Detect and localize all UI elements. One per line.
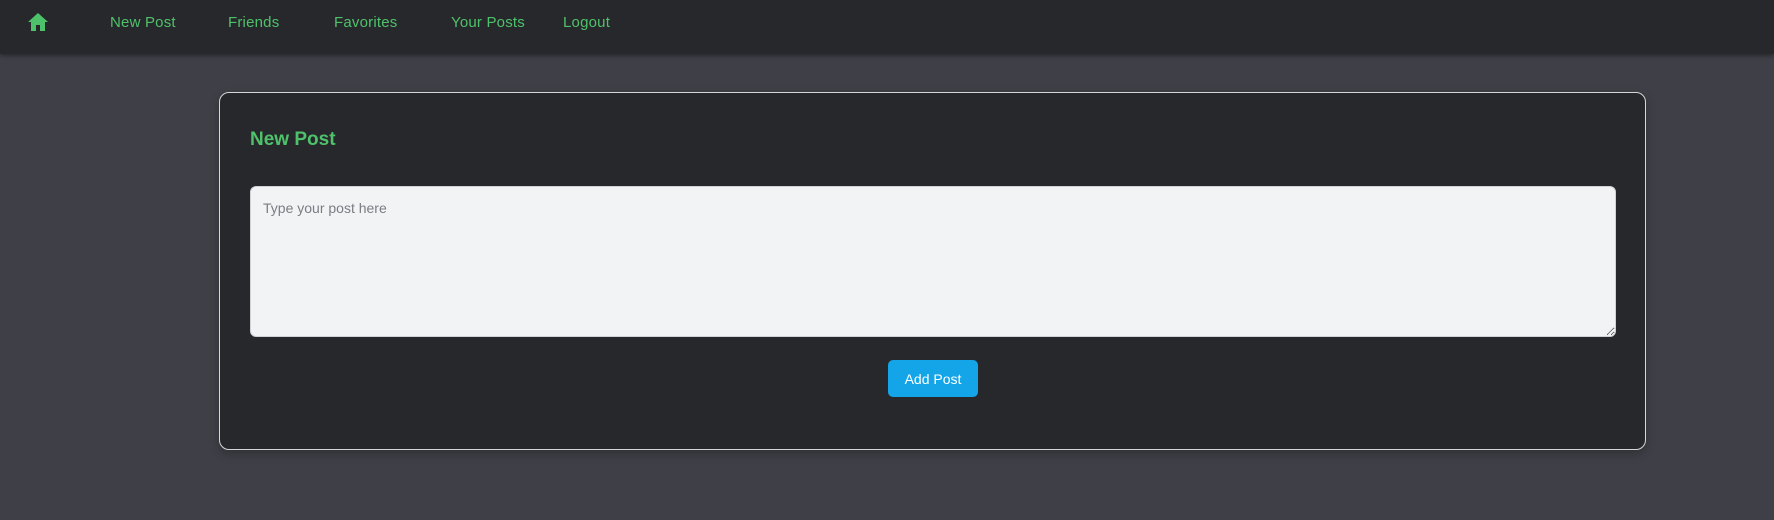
nav-logout-link[interactable]: Logout: [563, 14, 610, 31]
nav-friends-link[interactable]: Friends: [228, 14, 279, 31]
home-link[interactable]: [26, 11, 50, 33]
post-text-input[interactable]: [250, 186, 1616, 337]
nav-favorites-link[interactable]: Favorites: [334, 14, 398, 31]
nav-your-posts-link[interactable]: Your Posts: [451, 14, 525, 31]
nav-new-post-link[interactable]: New Post: [110, 14, 176, 31]
home-icon: [28, 13, 48, 31]
new-post-title: New Post: [250, 129, 336, 150]
new-post-card: New Post Add Post: [219, 92, 1646, 450]
top-navbar: New Post Friends Favorites Your Posts Lo…: [0, 0, 1774, 54]
add-post-button[interactable]: Add Post: [888, 360, 978, 397]
